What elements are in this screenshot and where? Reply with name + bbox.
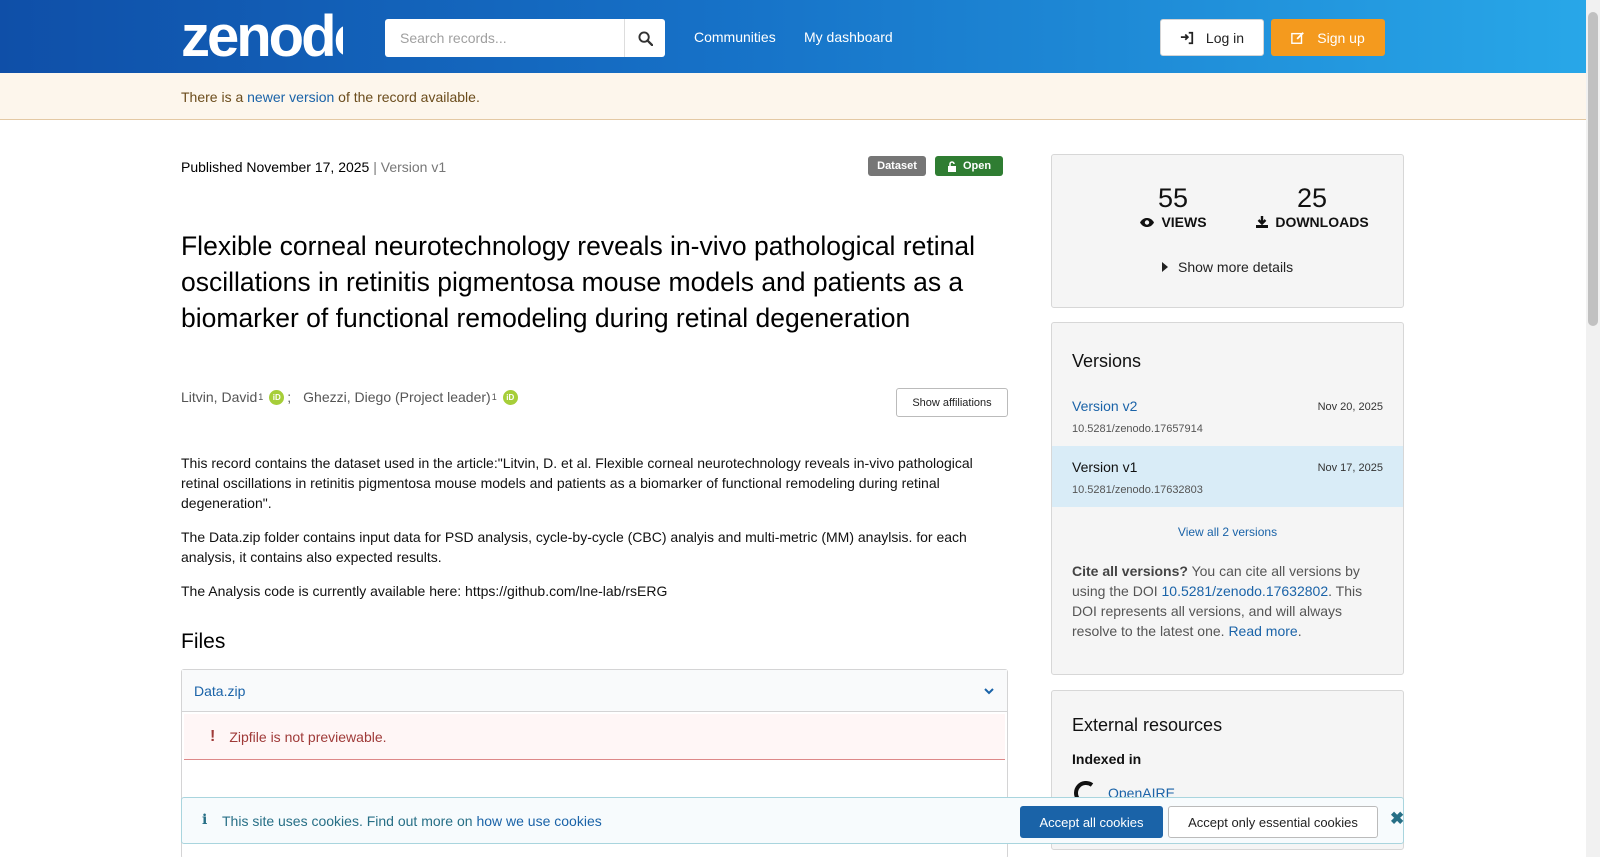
description-paragraph: The Analysis code is currently available… [181,583,668,599]
zenodo-logo[interactable]: zenodo [181,8,343,62]
open-badge-label: Open [962,160,992,172]
cookie-banner: i This site uses cookies. Find out more … [181,797,1404,844]
newer-version-notice: There is a newer version of the record a… [0,73,1586,120]
scrollbar-thumb[interactable] [1588,12,1598,326]
close-icon[interactable]: ✖ [1390,809,1404,829]
description-paragraph: This record contains the dataset used in… [181,455,973,511]
read-more-link[interactable]: Read more [1228,623,1297,639]
cookie-message: This site uses cookies. Find out more on… [222,813,602,829]
edit-icon [1291,31,1305,44]
publication-info: Published November 17, 2025 | Version v1 [181,159,446,175]
show-more-details-label: Show more details [1178,259,1294,275]
svg-text:zenodo: zenodo [181,8,343,62]
view-all-versions-link[interactable]: View all 2 versions [1052,525,1403,539]
show-affiliations-button[interactable]: Show affiliations [896,388,1008,417]
record-title: Flexible corneal neurotechnology reveals… [181,231,975,333]
cite-all-question: Cite all versions? [1072,563,1188,579]
published-date: Published November 17, 2025 [181,159,370,175]
downloads-count: 25 [1296,183,1328,213]
downloads-label-text: DOWNLOADS [1275,214,1369,230]
search-bar [385,19,665,57]
affiliation-marker: 1 [491,392,497,402]
preview-error-text: Zipfile is not previewable. [229,728,387,745]
sign-in-icon [1180,31,1194,44]
access-badge: Open [935,156,1003,176]
caret-right-icon [1162,262,1168,272]
authors-list: Litvin, David 1 iD ; Ghezzi, Diego (Proje… [181,389,518,405]
file-name-link[interactable]: Data.zip [194,683,245,699]
indexed-in-label: Indexed in [1072,751,1142,767]
download-icon [1256,216,1269,228]
version-label: | Version v1 [369,159,447,175]
versions-card: Versions Version v2 Nov 20, 2025 10.5281… [1051,322,1404,675]
search-button[interactable] [624,19,665,57]
top-navbar: zenodo Communities My dashboard Log in S… [0,0,1586,73]
views-label: VIEWS [1118,214,1228,230]
version-doi: 10.5281/zenodo.17657914 [1072,423,1203,435]
versions-heading: Versions [1072,351,1142,371]
search-input[interactable] [385,19,624,57]
version-row-current[interactable]: Version v1 Nov 17, 2025 10.5281/zenodo.1… [1052,446,1403,507]
orcid-icon[interactable]: iD [269,389,285,405]
version-date: Nov 17, 2025 [1317,462,1383,474]
stats-card: 55 VIEWS 25 DOWNLOADS Show more details [1051,154,1404,308]
downloads-label: DOWNLOADS [1242,214,1382,230]
author-separator: ; [287,389,292,405]
concept-doi-link[interactable]: 10.5281/zenodo.17632802 [1162,583,1329,599]
chevron-down-icon[interactable] [983,686,995,696]
version-link[interactable]: Version v2 [1072,398,1137,414]
file-header[interactable]: Data.zip [182,670,1007,712]
views-count: 55 [1157,183,1189,213]
author-name[interactable]: Ghezzi, Diego (Project leader) [303,389,491,405]
accept-all-cookies-button[interactable]: Accept all cookies [1020,806,1163,838]
show-more-details-toggle[interactable]: Show more details [1162,259,1293,275]
dataset-badge-label: Dataset [877,160,917,172]
exclamation-icon: ! [210,727,216,745]
affiliation-marker: 1 [258,392,264,402]
search-icon [637,30,653,46]
orcid-icon[interactable]: iD [502,389,518,405]
signup-button[interactable]: Sign up [1271,19,1385,56]
eye-icon [1140,217,1155,227]
views-stat: 55 VIEWS [1118,183,1228,230]
author-name[interactable]: Litvin, David [181,389,257,405]
nav-my-dashboard[interactable]: My dashboard [804,29,893,45]
resource-type-badge: Dataset [868,156,926,176]
login-button[interactable]: Log in [1160,19,1264,56]
version-doi: 10.5281/zenodo.17632803 [1072,484,1203,496]
downloads-stat: 25 DOWNLOADS [1242,183,1382,230]
views-label-text: VIEWS [1161,214,1207,230]
version-row[interactable]: Version v2 Nov 20, 2025 10.5281/zenodo.1… [1052,385,1403,446]
newer-version-link[interactable]: newer version [247,89,334,105]
nav-communities[interactable]: Communities [694,29,776,45]
version-name-current: Version v1 [1072,459,1138,475]
cookie-policy-link[interactable]: how we use cookies [476,813,601,829]
unlock-icon [947,160,956,172]
description-paragraph: The Data.zip folder contains input data … [181,529,967,565]
cite-all-versions-text: Cite all versions? You can cite all vers… [1072,561,1387,641]
signup-label: Sign up [1317,29,1365,46]
notice-suffix: of the record available. [334,89,480,105]
version-date: Nov 20, 2025 [1317,401,1383,413]
accept-essential-cookies-button[interactable]: Accept only essential cookies [1168,806,1378,838]
notice-prefix: There is a [181,89,248,105]
info-icon: i [202,812,208,828]
preview-error-message: ! Zipfile is not previewable. [184,714,1005,760]
external-resources-heading: External resources [1072,715,1223,735]
login-label: Log in [1205,29,1245,46]
notice-text: There is a newer version of the record a… [181,89,480,105]
files-heading: Files [181,630,226,653]
cite-text-end: . [1297,623,1302,639]
cookie-message-text: This site uses cookies. Find out more on [222,813,477,829]
